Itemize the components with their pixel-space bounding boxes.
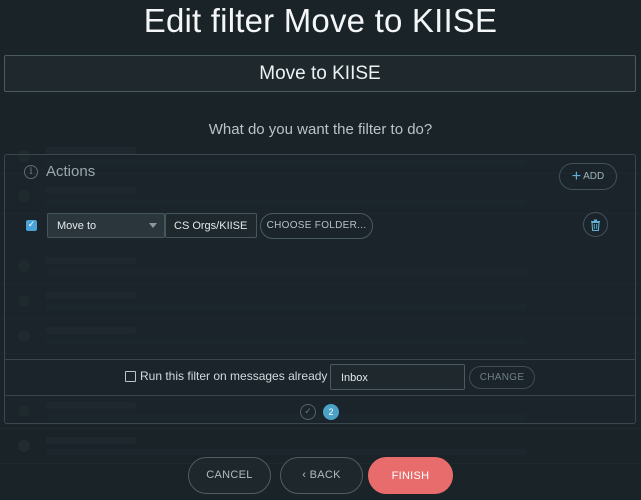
- finish-button[interactable]: FINISH: [368, 457, 453, 494]
- run-folder-value: Inbox: [341, 372, 368, 384]
- filter-question: What do you want the filter to do?: [208, 121, 433, 138]
- run-existing-label: Run this filter on messages already in:: [140, 369, 344, 383]
- trash-icon: [591, 219, 600, 231]
- divider: [5, 395, 635, 396]
- add-action-button[interactable]: + ADD: [559, 163, 617, 190]
- actions-panel: [4, 154, 636, 424]
- delete-action-button[interactable]: [583, 212, 608, 237]
- action-type-value: Move to: [57, 220, 97, 232]
- step-2-indicator: 2: [323, 404, 339, 420]
- step-1-indicator[interactable]: ✓: [300, 404, 316, 420]
- change-folder-button[interactable]: CHANGE: [469, 366, 535, 389]
- action-type-select[interactable]: Move to: [47, 213, 165, 238]
- divider: [5, 359, 635, 360]
- run-folder-field[interactable]: Inbox: [330, 364, 465, 390]
- action-enabled-checkbox[interactable]: ✓: [26, 220, 37, 231]
- add-action-label: ADD: [583, 171, 605, 182]
- plus-icon: +: [571, 167, 582, 185]
- filter-name-input[interactable]: [4, 55, 636, 92]
- cancel-button[interactable]: CANCEL: [188, 457, 271, 494]
- run-existing-checkbox[interactable]: [125, 371, 136, 382]
- target-folder-field[interactable]: CS Orgs/KIISE: [165, 213, 257, 238]
- info-icon: i: [24, 165, 38, 179]
- target-folder-value: CS Orgs/KIISE: [174, 220, 248, 232]
- dialog-title: Edit filter Move to KIISE: [143, 2, 498, 39]
- choose-folder-button[interactable]: CHOOSE FOLDER...: [260, 213, 373, 239]
- actions-heading: Actions: [46, 163, 96, 180]
- chevron-down-icon: [149, 223, 157, 228]
- back-button[interactable]: ‹ BACK: [280, 457, 363, 494]
